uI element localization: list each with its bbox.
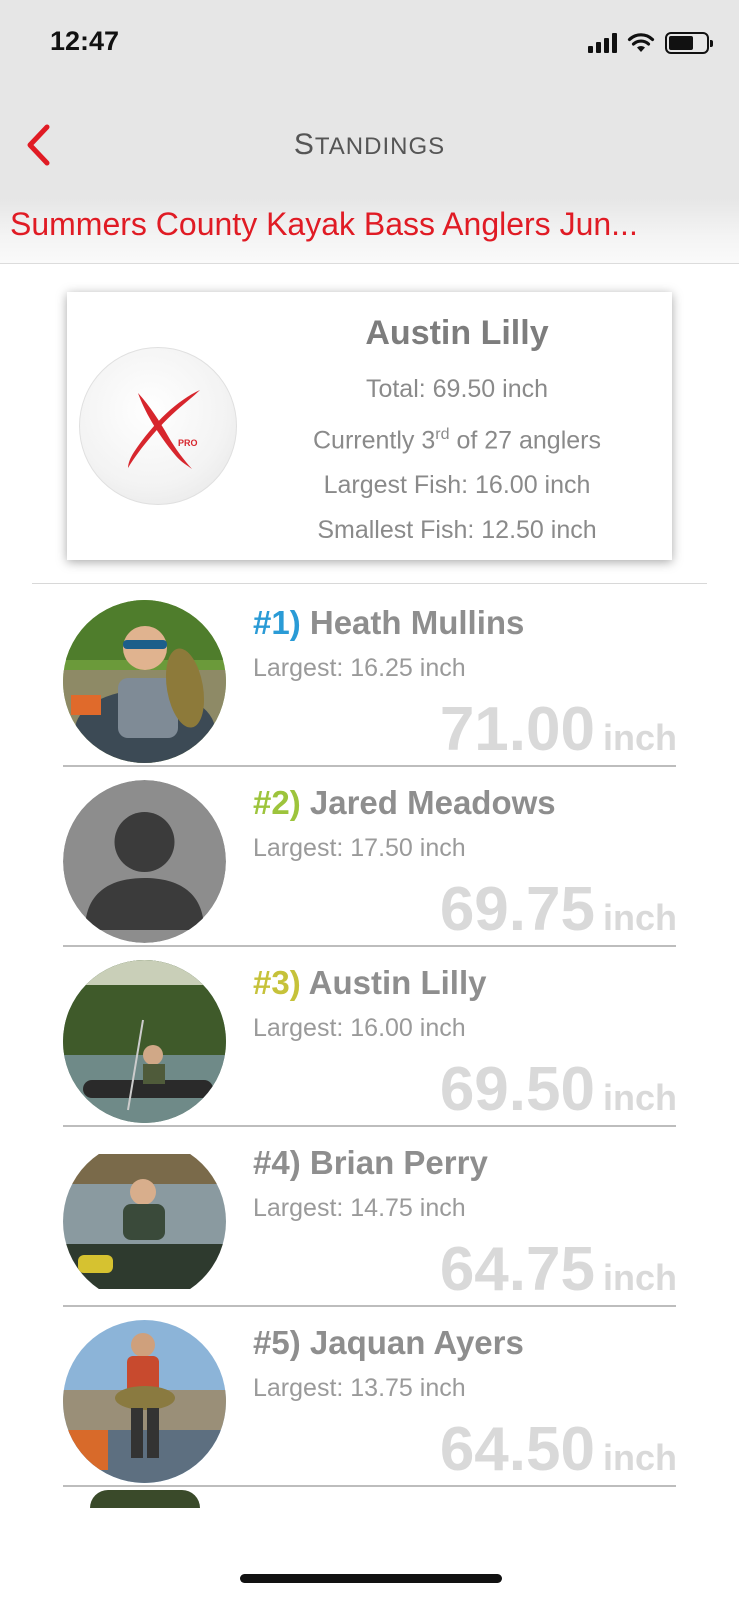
angler-total: 69.75 inch [440,874,677,945]
angler-name: Jaquan Ayers [309,1324,524,1361]
standing-row[interactable]: #2) Jared Meadows Largest: 17.50 inch 69… [0,770,739,950]
rank-number: #2) [253,784,301,821]
angler-rank-name: #2) Jared Meadows [253,784,556,822]
xpro-logo-mark: PRO [128,390,200,469]
angler-avatar-partial [90,1490,200,1508]
angler-total: 64.75 inch [440,1234,677,1305]
total-value: 64.75 [439,1235,595,1304]
battery-icon [665,32,713,54]
angler-largest: Largest: 16.25 inch [253,654,466,682]
total-value: 71.00 [439,695,595,764]
summary-total: Total: 69.50 inch [365,375,549,403]
summary-angler-name: Austin Lilly [365,314,549,352]
status-time: 12:47 [50,26,120,56]
angler-avatar [63,960,226,1123]
angler-rank-name: #3) Austin Lilly [253,964,487,1002]
total-value: 64.50 [439,1415,595,1484]
svg-text:PRO: PRO [178,438,198,448]
standing-row[interactable]: #4) Brian Perry Largest: 14.75 inch 64.7… [0,1130,739,1310]
angler-rank-name: #4) Brian Perry [253,1144,488,1182]
summary-position-suffix: rd [435,426,450,443]
total-unit: inch [602,897,677,938]
rank-number: #4) [253,1144,301,1181]
angler-total: 64.50 inch [440,1414,677,1485]
rank-number: #1) [253,604,301,641]
summary-details: Austin Lilly Total: 69.50 inch Currently… [262,314,652,553]
summary-largest-fish: Largest Fish: 16.00 inch [323,471,591,500]
angler-avatar [63,1320,226,1483]
angler-summary-card: PRO Austin Lilly Total: 69.50 inch Curre… [67,292,672,560]
page-title: STANDINGS [0,128,739,162]
angler-rank-name: #5) Jaquan Ayers [253,1324,524,1362]
total-unit: inch [602,1077,677,1118]
angler-avatar [63,1140,226,1303]
standing-row[interactable]: #3) Austin Lilly Largest: 16.00 inch 69.… [0,950,739,1130]
divider [32,583,707,584]
status-icons [588,32,713,54]
rank-number: #3) [253,964,301,1001]
divider [63,765,676,767]
angler-name: Austin Lilly [308,964,487,1001]
divider [63,1125,676,1127]
angler-avatar [63,600,226,763]
standing-row[interactable]: #1) Heath Mullins Largest: 16.25 inch 71… [0,590,739,770]
status-bar: 12:47 [0,0,739,90]
total-unit: inch [602,1437,677,1478]
total-value: 69.50 [439,1055,595,1124]
total-unit: inch [602,717,677,758]
divider [63,1485,676,1487]
rank-number: #5) [253,1324,301,1361]
xpro-logo: PRO [79,347,237,505]
summary-smallest-fish: Smallest Fish: 12.50 inch [317,516,597,545]
angler-largest: Largest: 14.75 inch [253,1194,466,1222]
summary-position-count: of 27 anglers [449,426,601,455]
angler-largest: Largest: 16.00 inch [253,1014,466,1042]
home-indicator[interactable] [240,1574,502,1583]
summary-position-rank: Currently 3 [313,426,436,455]
page-title-rest: TANDINGS [314,133,446,160]
divider [63,945,676,947]
angler-rank-name: #1) Heath Mullins [253,604,524,642]
angler-largest: Largest: 17.50 inch [253,834,466,862]
angler-total: 71.00 inch [440,694,677,765]
angler-name: Jared Meadows [309,784,556,821]
wifi-icon [627,33,655,52]
total-unit: inch [602,1257,677,1298]
angler-name: Heath Mullins [309,604,525,641]
divider [63,1305,676,1307]
page-title-initial: S [293,128,315,161]
standing-row[interactable]: #5) Jaquan Ayers Largest: 13.75 inch 64.… [0,1310,739,1490]
angler-largest: Largest: 13.75 inch [253,1374,466,1402]
navigation-bar: STANDINGS [0,90,739,198]
angler-name: Brian Perry [309,1144,488,1181]
event-title: Summers County Kayak Bass Anglers Jun... [10,206,638,242]
total-value: 69.75 [439,875,595,944]
event-title-bar: Summers County Kayak Bass Anglers Jun... [0,198,739,264]
angler-total: 69.50 inch [440,1054,677,1125]
summary-position: Currently 3rd of 27 anglers [262,412,652,463]
cellular-signal-icon [588,33,617,53]
default-avatar-icon [63,780,226,943]
